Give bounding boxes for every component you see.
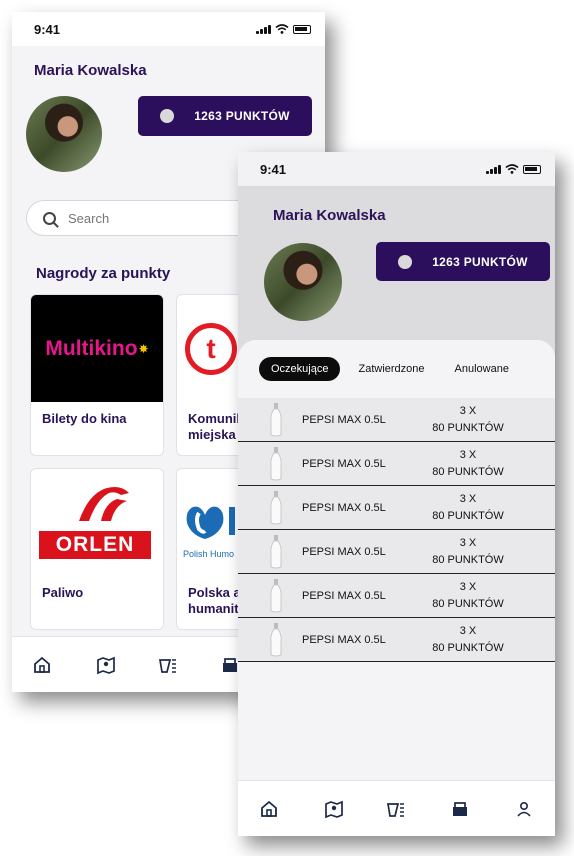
order-item-name: PEPSI MAX 0.5L — [302, 589, 386, 602]
home-icon[interactable] — [259, 799, 279, 819]
order-item-points: 80 PUNKTÓW — [432, 421, 504, 434]
user-name: Maria Kowalska — [34, 62, 147, 79]
order-row[interactable]: PEPSI MAX 0.5L 3 X 80 PUNKTÓW — [238, 486, 555, 530]
status-icons — [256, 24, 311, 34]
orlen-logo: ORLEN — [39, 531, 151, 559]
order-item-name: PEPSI MAX 0.5L — [302, 413, 386, 426]
pah-logo-text: Polish Humo — [183, 549, 235, 559]
reward-card-label: Paliwo — [42, 585, 84, 600]
order-item-name: PEPSI MAX 0.5L — [302, 501, 386, 514]
order-row[interactable]: PEPSI MAX 0.5L 3 X 80 PUNKTÓW — [238, 574, 555, 618]
order-item-quantity: 3 X — [459, 448, 477, 461]
reward-card-label: Komunik miejska — [188, 411, 244, 442]
search-icon — [43, 211, 56, 225]
rewards-icon[interactable] — [386, 799, 406, 819]
tab-approved[interactable]: Zatwierdzone — [346, 357, 436, 381]
map-icon[interactable] — [96, 655, 116, 675]
order-item-quantity: 3 X — [459, 624, 477, 637]
order-item-name: PEPSI MAX 0.5L — [302, 633, 386, 646]
order-item-qty: 3 X 80 PUNKTÓW — [423, 403, 513, 437]
signal-icon — [486, 164, 501, 174]
status-bar: 9:41 — [12, 12, 325, 46]
order-item-points: 80 PUNKTÓW — [432, 509, 504, 522]
points-label: 1263 PUNKTÓW — [432, 254, 528, 269]
order-item-points: 80 PUNKTÓW — [432, 641, 504, 654]
basket-icon[interactable] — [220, 655, 240, 675]
points-button[interactable]: 1263 PUNKTÓW — [376, 242, 550, 281]
bottle-icon — [270, 579, 282, 613]
signal-icon — [256, 24, 271, 34]
order-item-qty: 3 X 80 PUNKTÓW — [423, 535, 513, 569]
order-row[interactable]: PEPSI MAX 0.5L 3 X 80 PUNKTÓW — [238, 530, 555, 574]
bottle-icon — [270, 623, 282, 657]
orders-screen: 9:41 Maria Kowalska 1263 PUNKTÓW Oczekuj… — [238, 152, 555, 836]
home-icon[interactable] — [32, 655, 52, 675]
order-item-quantity: 3 X — [459, 536, 477, 549]
status-time: 9:41 — [260, 161, 287, 177]
order-item-points: 80 PUNKTÓW — [432, 465, 504, 478]
bottle-icon — [270, 403, 282, 437]
order-item-quantity: 3 X — [459, 580, 477, 593]
order-item-quantity: 3 X — [459, 492, 477, 505]
avatar[interactable] — [264, 243, 342, 321]
tab-pending[interactable]: Oczekujące — [259, 357, 341, 381]
wifi-icon — [275, 24, 289, 34]
wifi-icon — [505, 164, 519, 174]
order-status-tabs: Oczekujące Zatwierdzone Anulowane — [259, 357, 521, 381]
battery-icon — [523, 164, 541, 174]
user-name: Maria Kowalska — [273, 207, 386, 224]
map-icon[interactable] — [324, 799, 344, 819]
status-icons — [486, 164, 541, 174]
order-item-points: 80 PUNKTÓW — [432, 597, 504, 610]
order-item-name: PEPSI MAX 0.5L — [302, 545, 386, 558]
order-row[interactable]: PEPSI MAX 0.5L 3 X 80 PUNKTÓW — [238, 442, 555, 486]
order-item-qty: 3 X 80 PUNKTÓW — [423, 447, 513, 481]
avatar[interactable] — [26, 96, 102, 172]
multikino-logo: Multikino ✸ — [31, 295, 163, 402]
order-item-name: PEPSI MAX 0.5L — [302, 457, 386, 470]
orlen-eagle-icon — [79, 487, 129, 521]
points-label: 1263 PUNKTÓW — [194, 109, 290, 123]
reward-card-label: Polska a humanit — [188, 585, 241, 616]
points-button[interactable]: 1263 PUNKTÓW — [138, 96, 312, 136]
status-bar: 9:41 — [238, 152, 555, 186]
pah-logo-icon — [186, 506, 235, 539]
reward-card-fuel[interactable]: ORLEN Paliwo — [30, 468, 164, 630]
order-item-quantity: 3 X — [459, 404, 477, 417]
order-item-points: 80 PUNKTÓW — [432, 553, 504, 566]
battery-icon — [293, 24, 311, 34]
order-item-qty: 3 X 80 PUNKTÓW — [423, 623, 513, 657]
coin-icon — [160, 109, 175, 123]
status-time: 9:41 — [34, 21, 61, 37]
search-input[interactable] — [68, 210, 244, 226]
order-item-qty: 3 X 80 PUNKTÓW — [423, 579, 513, 613]
reward-card-label: Bilety do kina — [42, 411, 127, 426]
order-row[interactable]: PEPSI MAX 0.5L 3 X 80 PUNKTÓW — [238, 398, 555, 442]
coin-icon — [398, 254, 413, 269]
bottle-icon — [270, 535, 282, 569]
rewards-title: Nagrody za punkty — [36, 265, 171, 282]
profile-icon[interactable] — [514, 799, 534, 819]
reward-card-cinema[interactable]: Multikino ✸ Bilety do kina — [30, 294, 164, 456]
bottle-icon — [270, 447, 282, 481]
rewards-icon[interactable] — [158, 655, 178, 675]
order-row[interactable]: PEPSI MAX 0.5L 3 X 80 PUNKTÓW — [238, 618, 555, 662]
basket-icon[interactable] — [450, 799, 470, 819]
bottom-nav — [238, 780, 555, 836]
orders-list: PEPSI MAX 0.5L 3 X 80 PUNKTÓW PEPSI MAX 0.5… — [238, 398, 555, 662]
order-item-qty: 3 X 80 PUNKTÓW — [423, 491, 513, 525]
bottle-icon — [270, 491, 282, 525]
tab-cancelled[interactable]: Anulowane — [443, 357, 521, 381]
transport-logo: t — [185, 323, 237, 375]
